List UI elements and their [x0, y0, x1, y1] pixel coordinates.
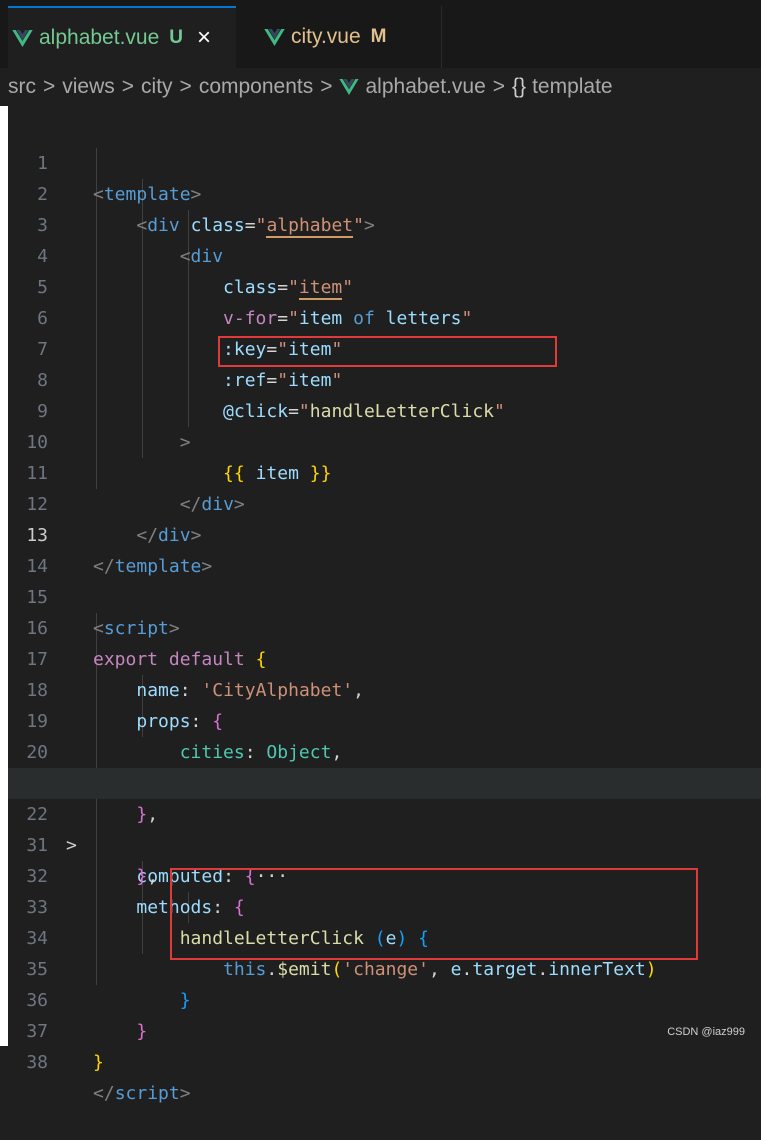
untracked-badge: U: [169, 27, 184, 48]
code-line-folded[interactable]: 22 > computed: {···: [8, 768, 761, 887]
code-line[interactable]: 19 cities: Object,: [8, 675, 761, 763]
tab-bar: alphabet.vue U × city.vue M: [0, 0, 761, 68]
tab-label: alphabet.vue: [39, 26, 160, 49]
code-line[interactable]: 31 },: [8, 799, 761, 887]
vue-logo-icon: [264, 28, 285, 46]
code-line[interactable]: 12 </div>: [8, 458, 761, 546]
code-line[interactable]: 37 }: [8, 985, 761, 1073]
chevron-right-icon: >: [492, 75, 506, 98]
code-line[interactable]: 14: [8, 520, 761, 577]
code-line[interactable]: 18 props: {: [8, 644, 761, 732]
close-icon[interactable]: ×: [197, 24, 211, 52]
code-line[interactable]: 16 export default {: [8, 582, 761, 670]
code-line[interactable]: 15 <script>: [8, 551, 761, 639]
breadcrumb-item-src[interactable]: src: [8, 75, 36, 99]
tab-city-vue[interactable]: city.vue M: [236, 6, 442, 68]
code-line[interactable]: 17 name: 'CityAlphabet',: [8, 613, 761, 701]
vue-logo-icon: [339, 79, 360, 95]
braces-icon: {}: [512, 75, 527, 98]
code-line[interactable]: 10 {{ item }}: [8, 396, 761, 484]
code-line[interactable]: 5 v-for="item of letters": [8, 241, 761, 329]
chevron-right-icon: >: [179, 75, 192, 98]
line-number: 38: [26, 1052, 48, 1073]
breadcrumb-item-components[interactable]: components: [199, 75, 313, 99]
breadcrumb-item-views[interactable]: views: [62, 75, 115, 99]
code-line[interactable]: 11 </div>: [8, 427, 761, 515]
code-line[interactable]: 4 class="item": [8, 210, 761, 300]
chevron-right-icon: >: [121, 75, 135, 98]
breadcrumb-item-city[interactable]: city: [141, 75, 173, 99]
code-editor[interactable]: 1 <template> 2 <div class="alphabet"> 3 …: [8, 117, 761, 1104]
modified-badge: M: [370, 26, 387, 47]
code-line[interactable]: 32 methods: {: [8, 830, 761, 918]
code-line[interactable]: 1 <template>: [8, 117, 761, 205]
code-line[interactable]: 2 <div class="alphabet">: [8, 148, 761, 238]
watermark: CSDN @iaz999: [667, 1026, 745, 1038]
chevron-right-icon: >: [43, 75, 56, 98]
code-text: }: [93, 1052, 104, 1073]
code-line[interactable]: 20 hotCities: Array: [8, 706, 761, 794]
tab-label: city.vue: [291, 25, 361, 48]
breadcrumb-item-symbol[interactable]: template: [532, 75, 613, 99]
code-line[interactable]: 21 },: [8, 737, 761, 825]
tab-alphabet-vue[interactable]: alphabet.vue U ×: [8, 6, 236, 68]
code-line[interactable]: 9 >: [8, 365, 761, 453]
highlight-box-click-handler: [218, 336, 557, 367]
code-text: </script>: [93, 1083, 191, 1104]
left-edge: [0, 0, 8, 1046]
code-line-current[interactable]: 13 </template>: [8, 489, 761, 577]
chevron-right-icon: >: [320, 75, 333, 98]
breadcrumb: src > views > city > components > alphab…: [0, 68, 761, 106]
code-line[interactable]: 38 </script>: [8, 1016, 761, 1104]
highlight-box-method: [170, 868, 698, 960]
code-line[interactable]: 6 :key="item": [8, 272, 761, 360]
code-line[interactable]: 7 :ref="item": [8, 303, 761, 391]
breadcrumb-item-file[interactable]: alphabet.vue: [365, 75, 485, 99]
vue-logo-icon: [12, 29, 33, 47]
code-line[interactable]: 3 <div: [8, 179, 761, 267]
